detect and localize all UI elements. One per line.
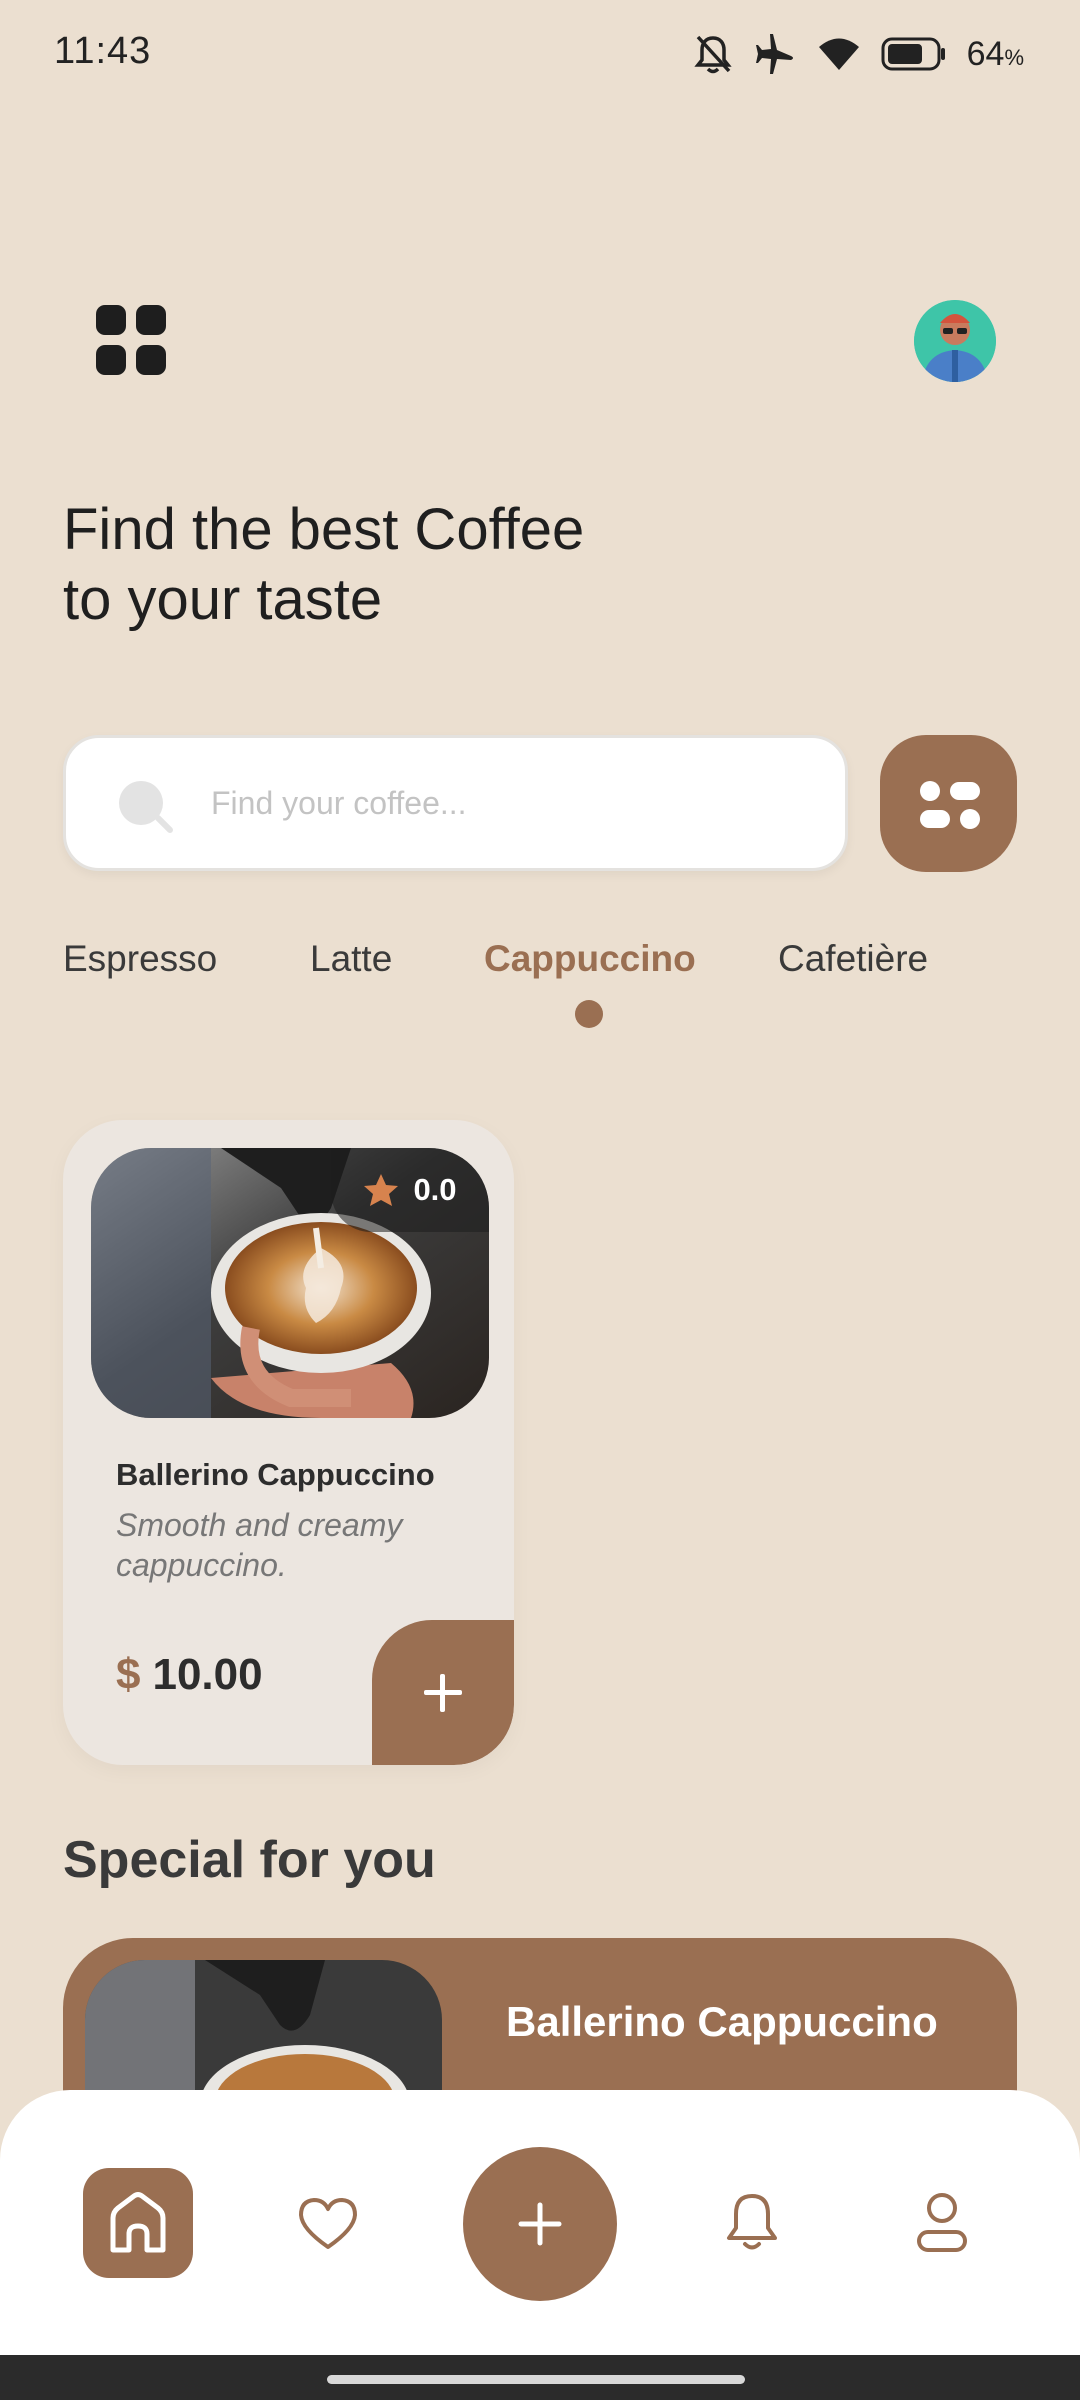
rating-badge: 0.0 [331,1148,489,1232]
bottom-navigation [0,2090,1080,2355]
rating-value: 0.0 [413,1172,457,1207]
section-title-special: Special for you [63,1831,436,1889]
status-time: 11:43 [54,30,152,72]
product-image[interactable]: 0.0 [91,1148,489,1418]
add-to-cart-button[interactable] [372,1620,514,1765]
tab-cafetiere[interactable]: Cafetière [778,938,928,980]
status-bar: 11:43 64% [0,0,1080,110]
nav-home-button[interactable] [83,2168,193,2278]
filter-button[interactable] [880,735,1017,872]
status-icons: 64% [693,30,1024,78]
special-item-name: Ballerino Cappuccino [506,1998,938,2045]
home-icon [110,2192,166,2253]
product-name: Ballerino Cappuccino [116,1457,435,1492]
grid-cell [136,305,166,335]
gesture-handle[interactable] [327,2375,745,2384]
system-gesture-bar [0,2355,1080,2400]
product-price: $10.00 [116,1650,263,1700]
grid-cell [96,345,126,375]
airplane-icon [755,34,793,74]
currency-symbol: $ [116,1650,141,1699]
grid-menu-icon[interactable] [96,305,166,375]
search-icon [119,781,173,833]
wifi-icon [818,38,859,70]
nav-add-button[interactable] [463,2147,617,2301]
search-input[interactable] [211,768,811,838]
product-description: Smooth and creamy cappuccino. [116,1507,403,1583]
grid-cell [96,305,126,335]
filter-bar-top [950,782,980,800]
battery-percent: 64% [966,34,1024,73]
filter-icon [920,781,940,801]
tab-latte[interactable]: Latte [310,938,392,980]
avatar[interactable] [914,300,996,382]
grid-cell [136,345,166,375]
filter-bar-bottom [920,810,950,828]
price-value: 10.00 [152,1650,263,1699]
product-card[interactable]: 0.0 Ballerino Cappuccino Smooth and crea… [63,1120,514,1765]
headline-line-1: Find the best Coffee [63,497,585,562]
bell-off-icon [693,35,732,74]
filter-dot-bottom [960,809,980,829]
category-tabs: Espresso Latte Cappuccino Cafetière [63,938,1023,1048]
tab-cappuccino[interactable]: Cappuccino [484,938,696,980]
active-tab-indicator [575,1000,603,1028]
coffee-home-screen: 11:43 64% Find the best Coffee to your t… [0,0,1080,2400]
search-box[interactable] [63,735,848,871]
headline-line-2: to your taste [63,567,383,632]
tab-espresso[interactable]: Espresso [63,938,217,980]
heart-icon[interactable] [296,2195,360,2251]
page-headline: Find the best Coffee to your taste [63,495,584,635]
plus-icon-vertical [440,1674,445,1712]
bell-icon[interactable] [724,2190,780,2254]
plus-icon [518,2202,562,2246]
profile-icon[interactable] [914,2190,970,2254]
battery-icon [881,37,945,71]
star-icon [364,1174,399,1206]
